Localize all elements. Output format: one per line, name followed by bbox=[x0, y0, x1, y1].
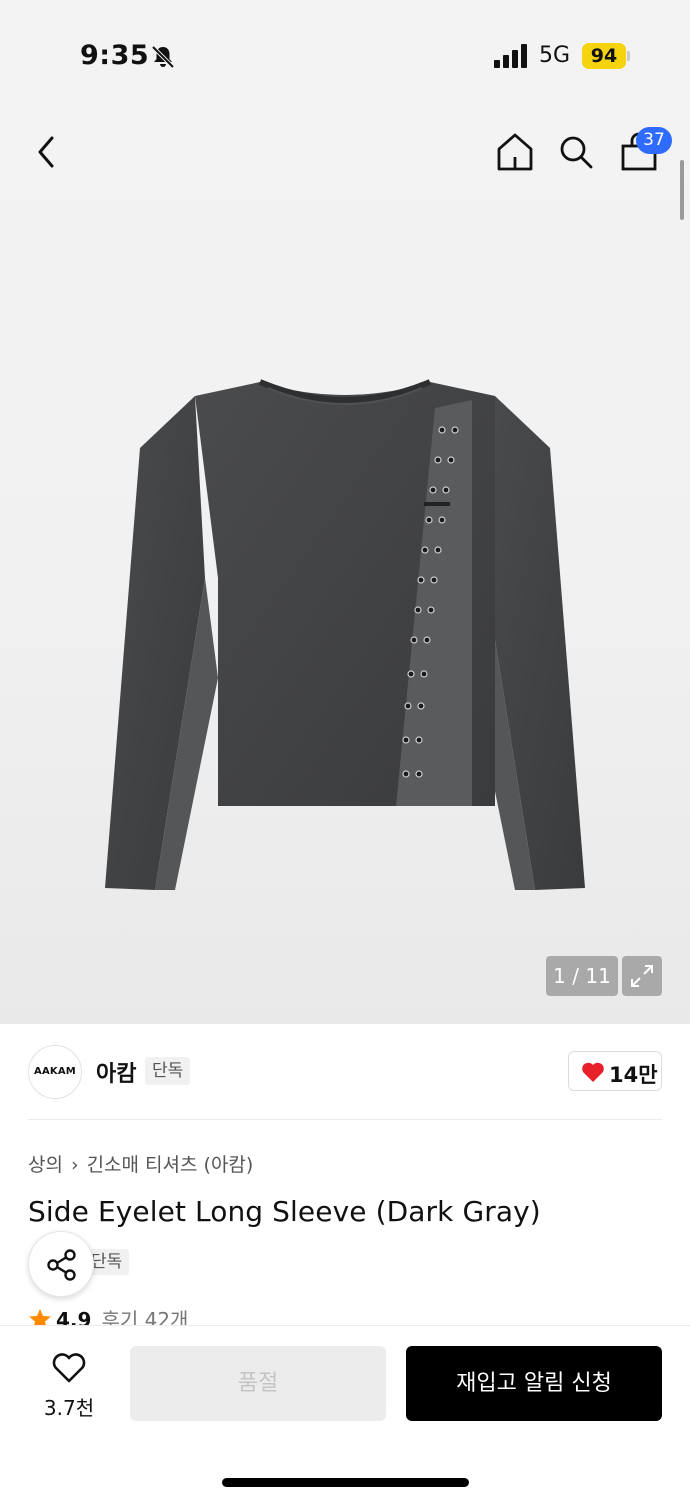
battery-level: 94 bbox=[582, 43, 626, 69]
chevron-right-icon: › bbox=[70, 1154, 79, 1176]
bell-slash-icon bbox=[151, 45, 175, 69]
status-time: 9:35 bbox=[80, 40, 150, 71]
divider bbox=[28, 1119, 662, 1120]
brand-like-count: 14만 bbox=[609, 1063, 658, 1087]
brand-name[interactable]: 아캄 bbox=[96, 1056, 136, 1088]
exclusive-badge: 단독 bbox=[145, 1057, 191, 1085]
share-button[interactable] bbox=[28, 1231, 94, 1297]
expand-button[interactable] bbox=[622, 956, 662, 996]
scrollbar[interactable] bbox=[680, 160, 684, 220]
product-gallery[interactable]: 37 1 / 11 bbox=[0, 100, 690, 1024]
brand-logo[interactable]: AAKAM bbox=[28, 1045, 82, 1099]
product-image[interactable] bbox=[100, 378, 590, 918]
heart-outline-icon bbox=[52, 1353, 86, 1383]
signal-icon bbox=[494, 44, 527, 68]
image-pager: 1 / 11 bbox=[546, 956, 618, 996]
heart-icon bbox=[582, 1062, 604, 1082]
back-arrow-icon[interactable] bbox=[32, 134, 62, 170]
status-bar: 9:35 5G 94 bbox=[0, 0, 690, 100]
breadcrumb-subcategory[interactable]: 긴소매 티셔츠 (아캄) bbox=[87, 1154, 254, 1176]
cart-count-badge: 37 bbox=[636, 127, 672, 154]
breadcrumb-category[interactable]: 상의 bbox=[28, 1154, 63, 1176]
home-indicator[interactable] bbox=[222, 1478, 469, 1487]
expand-icon bbox=[631, 965, 653, 987]
bottom-action-bar: 3.7천 품절 재입고 알림 신청 bbox=[0, 1325, 690, 1500]
restock-alert-button[interactable]: 재입고 알림 신청 bbox=[406, 1346, 662, 1421]
home-icon[interactable] bbox=[496, 132, 534, 172]
breadcrumb: 상의 › 긴소매 티셔츠 (아캄) bbox=[28, 1150, 253, 1177]
soldout-button: 품절 bbox=[130, 1346, 386, 1421]
brand-like-button[interactable]: 14만 bbox=[568, 1051, 662, 1091]
search-icon[interactable] bbox=[558, 134, 594, 170]
network-type: 5G bbox=[539, 43, 571, 68]
wishlist-count: 3.7천 bbox=[43, 1396, 95, 1420]
product-title: Side Eyelet Long Sleeve (Dark Gray) bbox=[28, 1195, 541, 1228]
battery-tip bbox=[627, 51, 630, 61]
share-icon bbox=[47, 1249, 76, 1281]
wishlist-button[interactable]: 3.7천 bbox=[28, 1352, 110, 1422]
